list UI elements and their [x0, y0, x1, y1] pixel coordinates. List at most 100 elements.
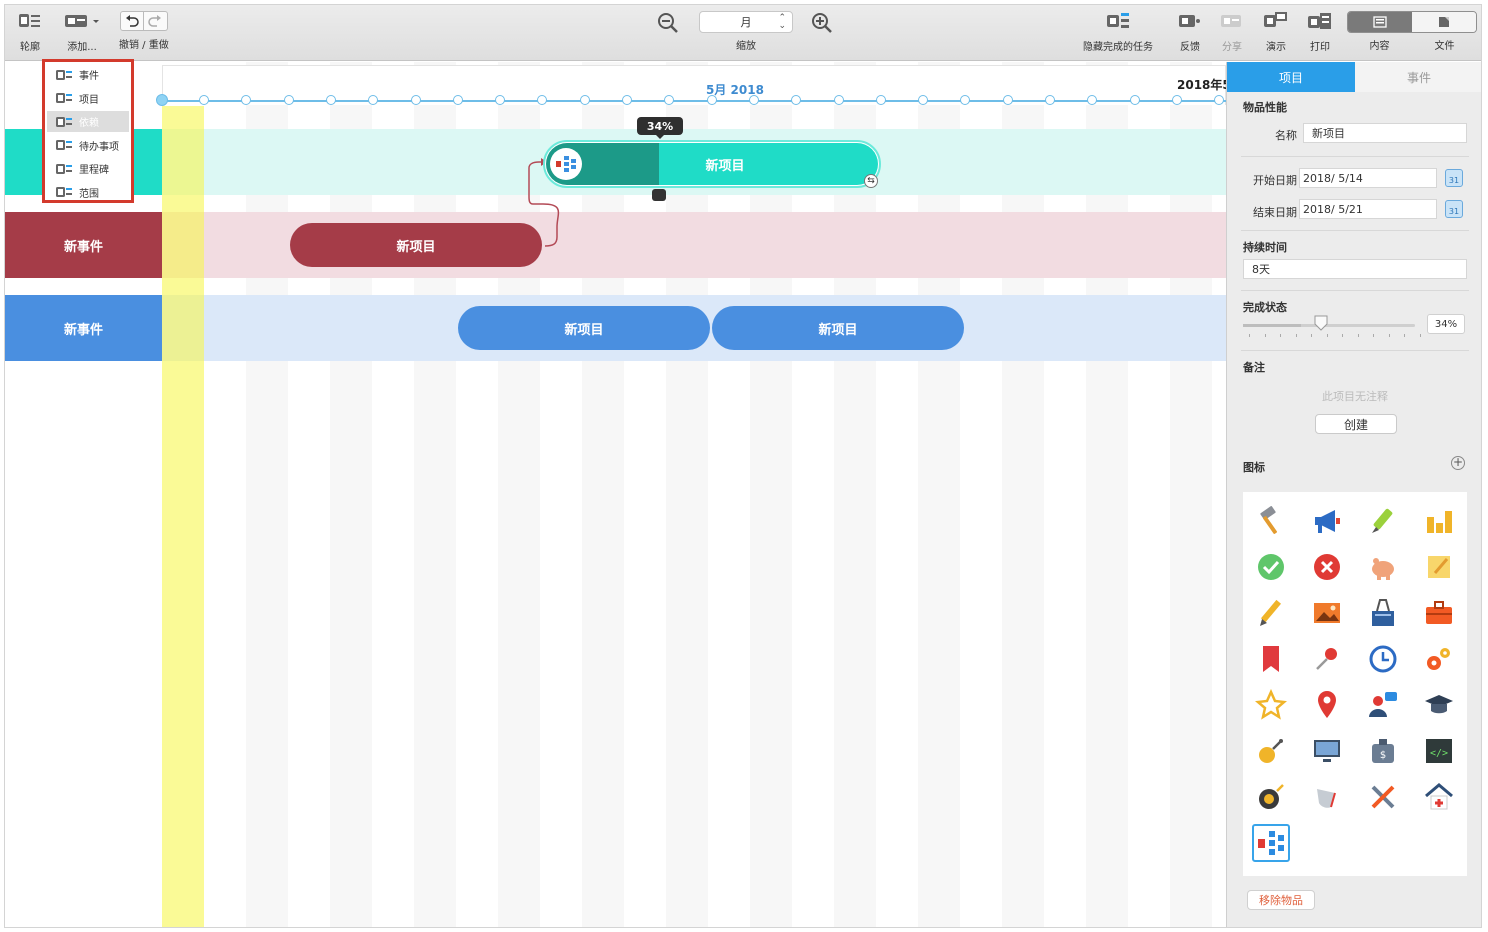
create-note-button[interactable]: 创建: [1315, 414, 1397, 434]
blue-project-item-1[interactable]: 新项目: [458, 306, 710, 350]
cross-icon[interactable]: [1308, 548, 1346, 586]
icons-title: 图标: [1243, 461, 1265, 474]
redo-button[interactable]: [143, 11, 168, 31]
share-button[interactable]: 分享: [1219, 11, 1245, 57]
remove-item-label: 移除物品: [1259, 894, 1303, 907]
hide-completed-button[interactable]: 隐藏完成的任务: [1083, 11, 1153, 57]
bulb-icon[interactable]: [1308, 778, 1346, 816]
outline-button[interactable]: 轮廓: [17, 11, 43, 57]
completion-value-field[interactable]: 34%: [1427, 314, 1465, 334]
resize-handle-icon[interactable]: ⇆: [864, 174, 878, 188]
add-menu-item[interactable]: 里程碑: [47, 158, 129, 179]
print-icon: [1307, 11, 1333, 31]
add-menu-item[interactable]: 依赖: [47, 111, 129, 132]
view-segmented-control: [1347, 11, 1477, 33]
bookmark-icon[interactable]: [1252, 640, 1290, 678]
red-project-item[interactable]: 新项目: [290, 223, 542, 267]
remove-item-button[interactable]: 移除物品: [1247, 890, 1315, 910]
megaphone-icon[interactable]: [1308, 502, 1346, 540]
star-icon[interactable]: [1252, 686, 1290, 724]
highlighter-icon[interactable]: [1364, 502, 1402, 540]
add-button[interactable]: 添加...: [63, 11, 101, 57]
divider: [1241, 350, 1469, 351]
outline-icon: [17, 11, 43, 31]
add-icon-button[interactable]: +: [1451, 456, 1465, 470]
zoom-label: 缩放: [736, 41, 756, 52]
start-date-value: 2018/ 5/14: [1303, 171, 1363, 185]
check-icon[interactable]: [1252, 548, 1290, 586]
note-icon[interactable]: [1420, 548, 1458, 586]
hide-completed-label: 隐藏完成的任务: [1083, 42, 1153, 53]
picture-icon[interactable]: [1308, 594, 1346, 632]
progress-handle[interactable]: [652, 189, 666, 201]
feedback-label: 反馈: [1180, 42, 1200, 53]
start-calendar-icon[interactable]: 31: [1445, 169, 1463, 187]
menu-item-icon: [56, 187, 72, 197]
notes-empty-text: 此项目无注释: [1322, 390, 1388, 403]
tab-event-label: 事件: [1406, 70, 1431, 85]
duration-field[interactable]: 8天: [1243, 259, 1467, 279]
tools-icon[interactable]: [1364, 778, 1402, 816]
pushpin-icon[interactable]: [1308, 640, 1346, 678]
add-menu-item[interactable]: 待办事项: [47, 135, 129, 156]
hammer-icon[interactable]: [1252, 502, 1290, 540]
bar-chart-icon[interactable]: [1420, 502, 1458, 540]
undo-icon: [125, 15, 139, 27]
name-label: 名称: [1275, 129, 1297, 142]
end-calendar-icon[interactable]: 31: [1445, 200, 1463, 218]
feedback-button[interactable]: 反馈: [1177, 11, 1203, 57]
present-button[interactable]: 演示: [1263, 11, 1289, 57]
money-bag-icon[interactable]: $: [1364, 732, 1402, 770]
add-menu-item-label: 事件: [79, 71, 99, 82]
print-button[interactable]: 打印: [1307, 11, 1333, 57]
add-label: 添加...: [67, 42, 97, 53]
slider-thumb[interactable]: [1314, 315, 1328, 331]
undo-redo-buttons: [119, 11, 168, 31]
user-chat-icon[interactable]: [1364, 686, 1402, 724]
zoom-out-button[interactable]: [657, 12, 679, 38]
pencil-icon[interactable]: [1252, 594, 1290, 632]
menu-item-icon: [56, 116, 72, 127]
hierarchy-icon[interactable]: [1252, 824, 1290, 862]
timeline-canvas[interactable]: 5月 2018 2018年5 新事件 新事件 34% 新项目 ⇆ 新项目 新项目…: [5, 62, 1226, 927]
location-pin-icon[interactable]: [1308, 686, 1346, 724]
graduation-cap-icon[interactable]: [1420, 686, 1458, 724]
add-menu-item[interactable]: 范围: [47, 182, 129, 203]
gears-icon[interactable]: [1420, 640, 1458, 678]
piggy-bank-icon[interactable]: [1364, 548, 1402, 586]
slider-tick: [1249, 334, 1250, 337]
add-menu-item-label: 待办事项: [79, 141, 119, 153]
slider-tick: [1311, 334, 1312, 337]
zoom-select[interactable]: 月 ⌃ ⌄: [699, 11, 793, 33]
content-label: 内容: [1369, 41, 1390, 52]
briefcase-icon[interactable]: [1420, 594, 1458, 632]
completion-slider[interactable]: [1243, 324, 1415, 327]
clock-icon[interactable]: [1364, 640, 1402, 678]
updown-arrows-icon: ⌃ ⌄: [778, 13, 786, 31]
add-menu-item[interactable]: 事件: [47, 64, 129, 85]
hierarchy-icon: [550, 148, 582, 180]
tab-event[interactable]: 事件: [1355, 62, 1481, 92]
undo-button[interactable]: [119, 11, 144, 31]
undo-redo-label: 撤销 / 重做: [119, 40, 169, 51]
blue-project-item-2[interactable]: 新项目: [712, 306, 964, 350]
content-view-button[interactable]: [1348, 12, 1412, 32]
slider-tick: [1295, 334, 1297, 337]
completion-title: 完成状态: [1243, 301, 1287, 314]
outline-label: 轮廓: [20, 42, 40, 53]
end-date-field[interactable]: 2018/ 5/21: [1299, 199, 1437, 219]
code-icon[interactable]: </>: [1420, 732, 1458, 770]
home-medical-icon[interactable]: [1420, 778, 1458, 816]
divider: [1241, 290, 1469, 291]
slider-tick: [1280, 334, 1281, 337]
start-date-field[interactable]: 2018/ 5/14: [1299, 168, 1437, 188]
zoom-in-button[interactable]: [811, 12, 833, 38]
tab-project[interactable]: 项目: [1227, 62, 1355, 92]
monitor-icon[interactable]: [1308, 732, 1346, 770]
satellite-icon[interactable]: [1252, 732, 1290, 770]
file-view-button[interactable]: [1412, 12, 1476, 32]
binder-clip-icon[interactable]: [1364, 594, 1402, 632]
tape-measure-icon[interactable]: [1252, 778, 1290, 816]
name-field[interactable]: 新项目: [1303, 123, 1467, 143]
add-menu-item[interactable]: 项目: [47, 88, 129, 109]
